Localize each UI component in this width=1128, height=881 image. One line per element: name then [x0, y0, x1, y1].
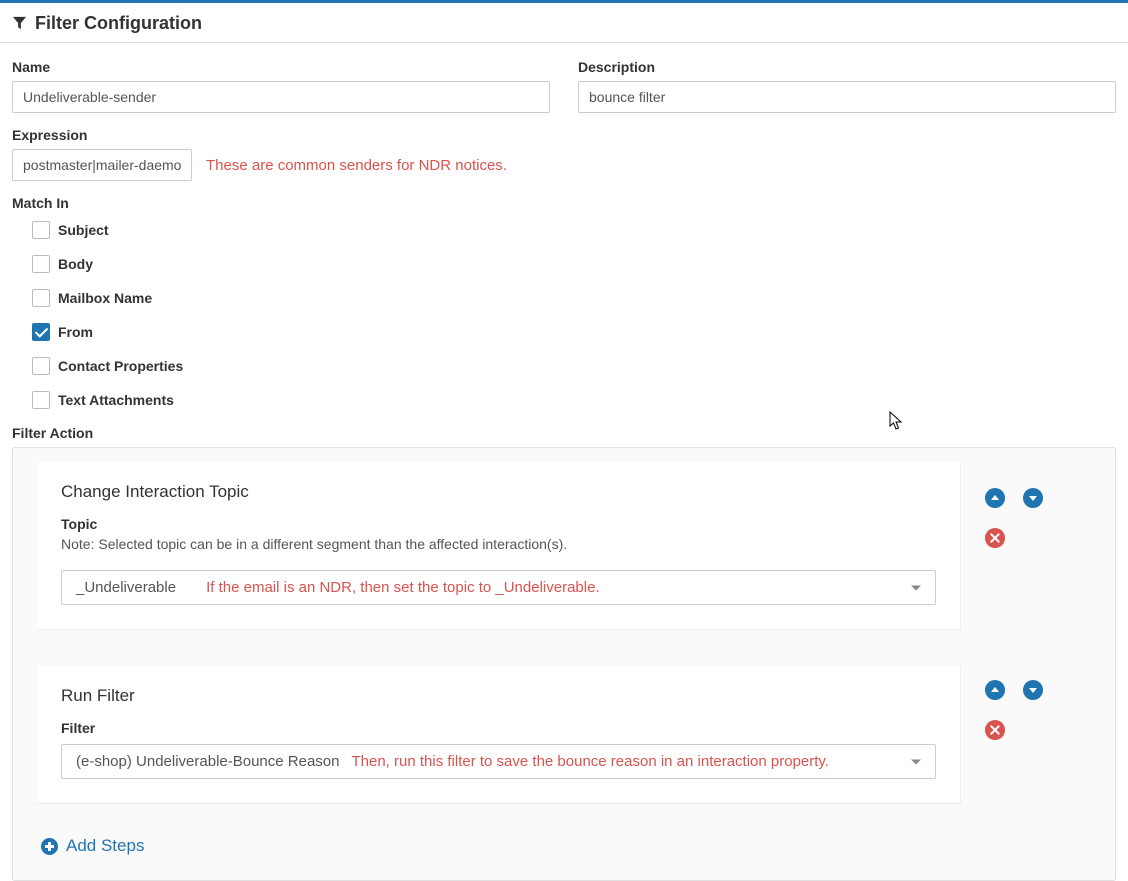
chevron-down-icon: [911, 759, 921, 764]
checkbox-body[interactable]: Body: [32, 255, 1116, 273]
expression-input[interactable]: [12, 149, 192, 181]
checkbox-icon: [32, 391, 50, 409]
close-icon: [990, 533, 1000, 543]
delete-button[interactable]: [985, 528, 1005, 548]
move-down-button[interactable]: [1023, 488, 1043, 508]
checkbox-text-attachments[interactable]: Text Attachments: [32, 391, 1116, 409]
action-title: Change Interaction Topic: [61, 482, 936, 502]
chevron-down-icon: [911, 585, 921, 590]
checkbox-subject[interactable]: Subject: [32, 221, 1116, 239]
action-change-topic: Change Interaction Topic Topic Note: Sel…: [37, 462, 1101, 646]
name-input[interactable]: [12, 81, 550, 113]
arrow-down-icon: [1029, 688, 1037, 693]
arrow-up-icon: [991, 495, 999, 500]
plus-icon: [41, 838, 58, 855]
arrow-up-icon: [991, 687, 999, 692]
page-header: Filter Configuration: [0, 3, 1128, 43]
checkbox-icon: [32, 289, 50, 307]
move-up-button[interactable]: [985, 680, 1005, 700]
checkbox-icon: [32, 357, 50, 375]
action-run-filter: Run Filter Filter (e-shop) Undeliverable…: [37, 666, 1101, 820]
description-input[interactable]: [578, 81, 1116, 113]
filter-action-label: Filter Action: [12, 425, 1116, 441]
arrow-down-icon: [1029, 496, 1037, 501]
name-label: Name: [12, 59, 550, 75]
checkbox-icon: [32, 255, 50, 273]
expression-label: Expression: [12, 127, 550, 143]
checkbox-from[interactable]: From: [32, 323, 1116, 341]
filter-action-panel: Change Interaction Topic Topic Note: Sel…: [12, 447, 1116, 881]
topic-annotation: If the email is an NDR, then set the top…: [206, 579, 600, 596]
filter-icon: [12, 15, 27, 33]
add-steps-button[interactable]: Add Steps: [41, 830, 144, 862]
filter-label: Filter: [61, 720, 936, 736]
checkbox-icon: [32, 323, 50, 341]
checkbox-icon: [32, 221, 50, 239]
filter-dropdown[interactable]: (e-shop) Undeliverable-Bounce Reason The…: [61, 744, 936, 779]
close-icon: [990, 725, 1000, 735]
move-down-button[interactable]: [1023, 680, 1043, 700]
delete-button[interactable]: [985, 720, 1005, 740]
expression-annotation: These are common senders for NDR notices…: [206, 157, 507, 174]
move-up-button[interactable]: [985, 488, 1005, 508]
page-title: Filter Configuration: [35, 13, 202, 34]
topic-dropdown[interactable]: _Undeliverable If the email is an NDR, t…: [61, 570, 936, 605]
match-in-label: Match In: [12, 195, 1116, 211]
topic-note: Note: Selected topic can be in a differe…: [61, 536, 936, 552]
action-title: Run Filter: [61, 686, 936, 706]
filter-annotation: Then, run this filter to save the bounce…: [351, 753, 829, 770]
checkbox-mailbox-name[interactable]: Mailbox Name: [32, 289, 1116, 307]
description-label: Description: [578, 59, 1116, 75]
topic-label: Topic: [61, 516, 936, 532]
checkbox-contact-properties[interactable]: Contact Properties: [32, 357, 1116, 375]
